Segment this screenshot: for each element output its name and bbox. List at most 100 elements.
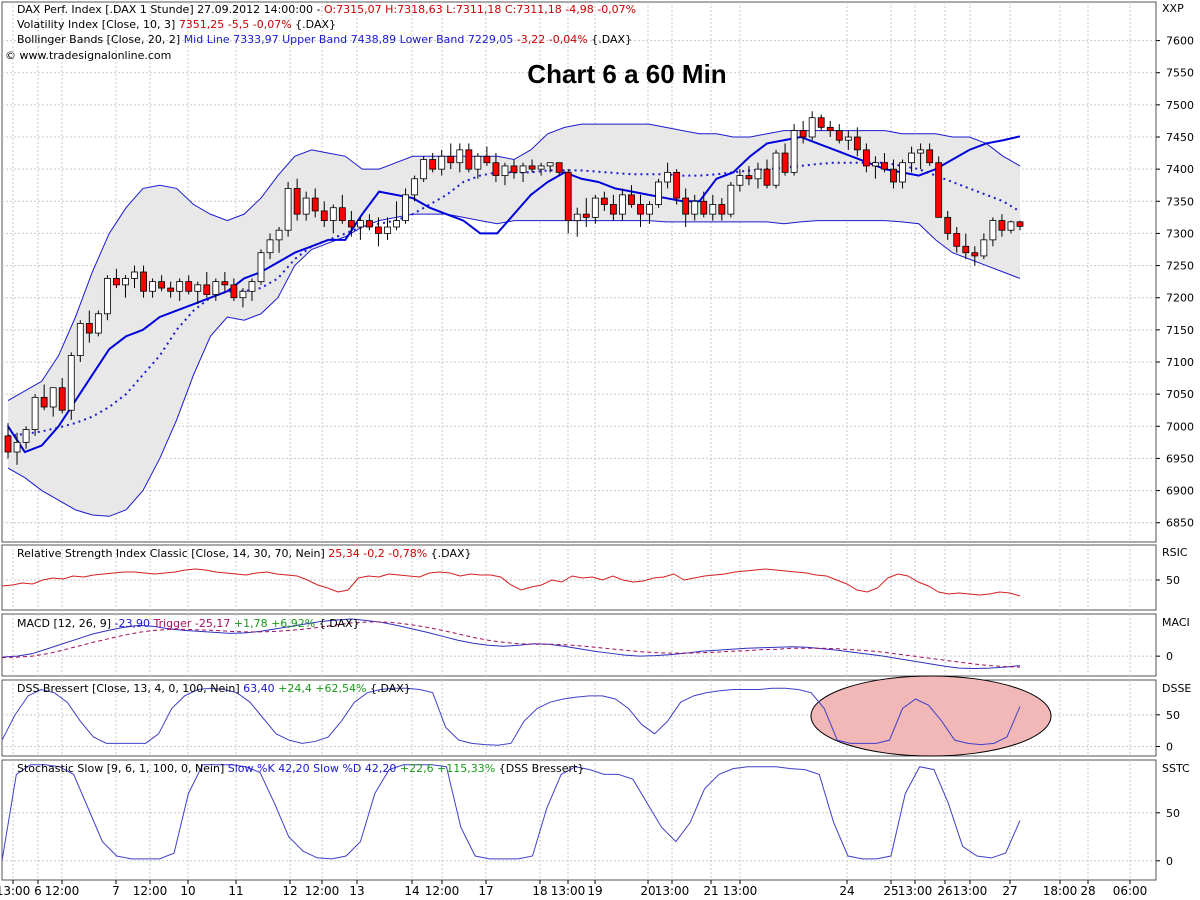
candle-body bbox=[394, 221, 400, 227]
candle-body bbox=[186, 282, 192, 292]
candle-body bbox=[818, 118, 824, 128]
candle-body bbox=[357, 221, 363, 227]
candle-body bbox=[86, 323, 92, 333]
candle-body bbox=[674, 172, 680, 198]
candle-body bbox=[258, 253, 264, 282]
candle-body bbox=[538, 166, 544, 169]
x-tick-label: 13 bbox=[349, 884, 364, 898]
y-tick-label: 7050 bbox=[1166, 388, 1194, 401]
candle-body bbox=[222, 282, 228, 285]
bollinger-legend-suffix: {.DAX} bbox=[588, 33, 632, 46]
bollinger-legend-prefix: Bollinger Bands [Close, 20, 2] bbox=[17, 33, 184, 46]
rsi-legend: Relative Strength Index Classic [Close, … bbox=[17, 547, 472, 560]
candle-body bbox=[294, 188, 300, 214]
candle-body bbox=[466, 150, 472, 169]
chart-annotation-title: Chart 6 a 60 Min bbox=[527, 59, 726, 89]
candle-body bbox=[276, 230, 282, 240]
candle-body bbox=[665, 172, 671, 182]
candle-body bbox=[321, 211, 327, 221]
x-tick-label: 20 bbox=[640, 884, 655, 898]
x-tick-label: 11 bbox=[228, 884, 243, 898]
x-tick-label: 28 bbox=[1080, 884, 1095, 898]
candle-body bbox=[791, 131, 797, 173]
candle-body bbox=[448, 156, 454, 162]
candle-body bbox=[439, 156, 445, 169]
candle-body bbox=[41, 397, 47, 407]
candle-body bbox=[204, 285, 210, 295]
y-tick-label: 7500 bbox=[1166, 99, 1194, 112]
candle-body bbox=[845, 137, 851, 140]
candle bbox=[68, 352, 74, 420]
candle-body bbox=[728, 185, 734, 214]
x-tick-label: 18 bbox=[532, 884, 547, 898]
candle-body bbox=[150, 282, 156, 292]
candle-body bbox=[565, 172, 571, 220]
candle-body bbox=[330, 208, 336, 221]
candle-body bbox=[14, 442, 20, 452]
candle-body bbox=[493, 163, 499, 176]
candle bbox=[773, 150, 779, 189]
candle-body bbox=[737, 176, 743, 186]
y-tick-label: 0 bbox=[1166, 855, 1173, 868]
candle-body bbox=[647, 205, 653, 215]
candle-body bbox=[348, 221, 354, 227]
x-tick-label: 12:00 bbox=[45, 884, 80, 898]
y-tick-label: 0 bbox=[1166, 741, 1173, 754]
y-tick-label: 7350 bbox=[1166, 195, 1194, 208]
candle-body bbox=[701, 201, 707, 214]
candle bbox=[791, 124, 797, 175]
candle-body bbox=[412, 179, 418, 195]
x-tick-label: 10 bbox=[180, 884, 195, 898]
macd-axis-name: MACI bbox=[1162, 616, 1190, 629]
price-axis-name: XXP bbox=[1162, 2, 1184, 15]
x-tick-label: 13:00 bbox=[655, 884, 690, 898]
candle-body bbox=[547, 163, 553, 166]
candle-body bbox=[601, 198, 607, 204]
x-tick-label: 12:00 bbox=[305, 884, 340, 898]
x-tick-label: 19 bbox=[587, 884, 602, 898]
dss-axis-name: DSSE bbox=[1162, 682, 1191, 695]
candle-body bbox=[104, 278, 110, 313]
x-tick-label: 13:00 bbox=[0, 884, 30, 898]
dss-highlight-ellipse bbox=[811, 676, 1051, 756]
candle bbox=[421, 156, 427, 182]
candle-body bbox=[927, 150, 933, 163]
candle-body bbox=[303, 198, 309, 214]
svg-text:Volatility Index [Close, 10, 3: Volatility Index [Close, 10, 3] 7351,25 … bbox=[17, 18, 336, 31]
y-tick-label: 50 bbox=[1166, 807, 1180, 820]
candle-body bbox=[990, 221, 996, 240]
candle-body bbox=[195, 285, 201, 291]
x-tick-label: 12:00 bbox=[133, 884, 168, 898]
candle-body bbox=[484, 156, 490, 162]
bollinger-legend-values: Mid Line 7333,97 Upper Band 7438,89 Lowe… bbox=[184, 33, 514, 46]
candle-body bbox=[385, 227, 391, 233]
x-tick-label: 13:00 bbox=[953, 884, 988, 898]
candle-body bbox=[972, 253, 978, 256]
volatility-legend-prefix: Volatility Index [Close, 10, 3] bbox=[17, 18, 179, 31]
candle-body bbox=[909, 153, 915, 163]
y-tick-label: 7100 bbox=[1166, 356, 1194, 369]
candle-body bbox=[457, 150, 463, 163]
candle-body bbox=[710, 205, 716, 215]
candle bbox=[728, 182, 734, 217]
candle-body bbox=[918, 150, 924, 153]
candle-body bbox=[529, 166, 535, 169]
candle-body bbox=[113, 278, 119, 284]
x-tick-label: 12:00 bbox=[425, 884, 460, 898]
price-legend-prefix: DAX Perf. Index [.DAX 1 Stunde] 27.09.20… bbox=[17, 3, 324, 16]
y-tick-label: 50 bbox=[1166, 709, 1180, 722]
candle-body bbox=[719, 205, 725, 215]
candle-body bbox=[23, 430, 29, 443]
x-tick-label: 24 bbox=[839, 884, 854, 898]
candle-body bbox=[141, 272, 147, 291]
x-tick-label: 21 bbox=[703, 884, 718, 898]
svg-text:Bollinger Bands [Close, 20, 2]: Bollinger Bands [Close, 20, 2] Mid Line … bbox=[17, 33, 632, 46]
candle bbox=[104, 275, 110, 320]
x-tick-label: 12 bbox=[282, 884, 297, 898]
candle-body bbox=[32, 397, 38, 429]
y-tick-label: 7400 bbox=[1166, 163, 1194, 176]
candle-body bbox=[1017, 222, 1023, 227]
x-tick-label: 13:00 bbox=[551, 884, 586, 898]
y-tick-label: 7000 bbox=[1166, 420, 1194, 433]
candle bbox=[656, 179, 662, 208]
